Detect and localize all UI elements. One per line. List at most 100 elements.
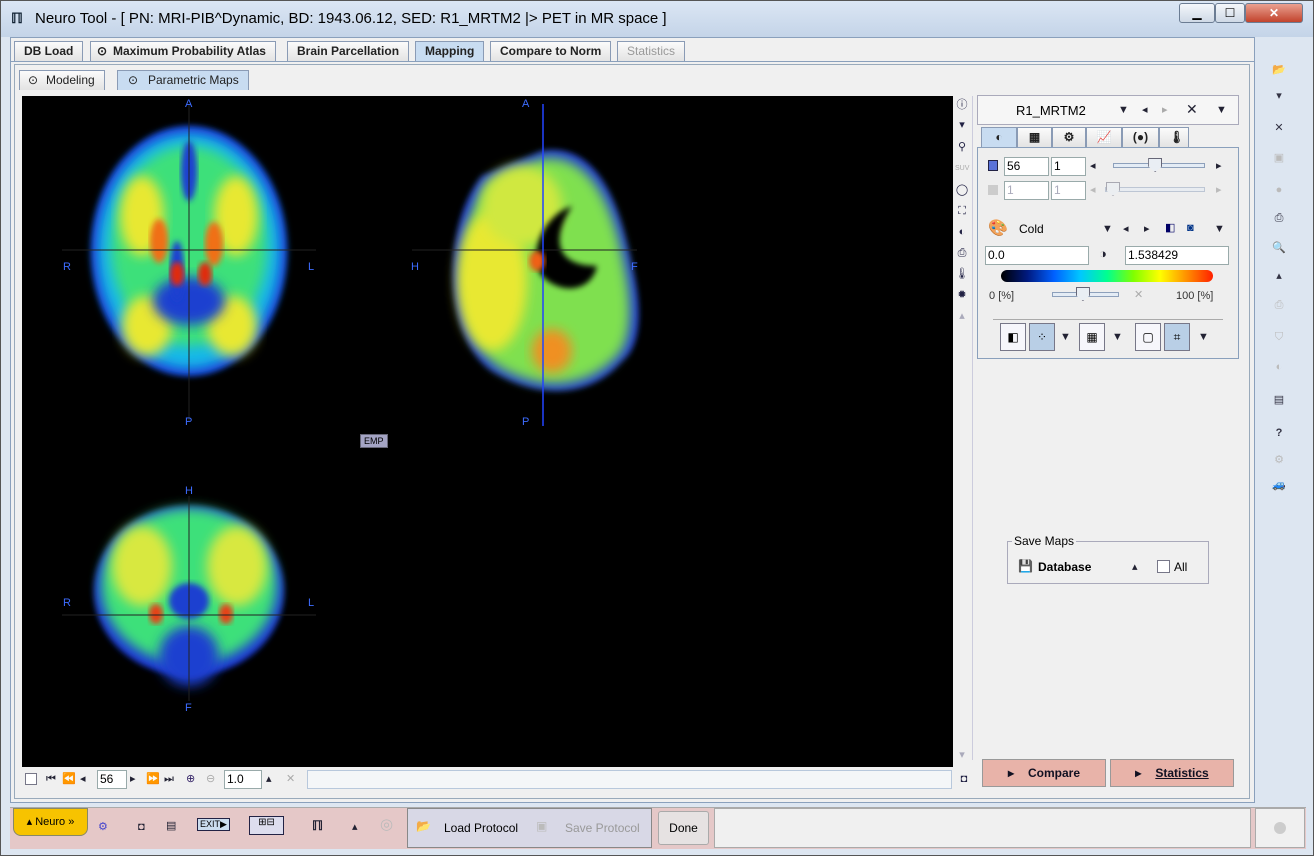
tab-mapping[interactable]: Mapping xyxy=(415,41,485,61)
tab-chart-icon[interactable]: 📈 xyxy=(1086,127,1122,147)
open-folder-icon[interactable]: 📂 xyxy=(1271,63,1287,77)
axial-slice[interactable] xyxy=(62,104,316,421)
save-icon[interactable]: ▣ xyxy=(1271,151,1287,165)
more-dropdown-icon[interactable]: ▼ xyxy=(1216,103,1227,117)
save-target-up-icon[interactable]: ▴ xyxy=(1132,560,1138,574)
threshold-slider[interactable] xyxy=(1052,287,1119,301)
frame-value-input[interactable]: 1 xyxy=(1004,181,1049,200)
info-icon[interactable]: ⓘ xyxy=(955,98,969,112)
zoom-input[interactable]: 1.0 xyxy=(224,770,262,789)
slice-step-input[interactable]: 1 xyxy=(1051,157,1086,176)
close-series-icon[interactable]: ✕ xyxy=(1186,102,1198,116)
suv-icon[interactable]: SUV xyxy=(955,162,969,176)
zoom-out-icon[interactable]: ⊖ xyxy=(206,772,215,786)
neuro-menu-button[interactable]: ▴ Neuro » xyxy=(13,808,88,836)
fusion-dropdown-icon[interactable]: ▼ xyxy=(1060,330,1071,344)
last-slice-icon[interactable]: ⏭ xyxy=(164,772,174,786)
next-slice-icon[interactable]: ▸ xyxy=(130,772,136,786)
slice-prev-icon[interactable]: ◂ xyxy=(1090,159,1096,173)
colormap-next-icon[interactable]: ▸ xyxy=(1144,222,1150,236)
compare-button[interactable]: ▸ Compare xyxy=(982,759,1106,787)
image-viewer[interactable]: A P R L A P H F H F R L EMP xyxy=(22,96,953,767)
text-overlay-button[interactable]: ⌗ xyxy=(1164,323,1190,351)
series-selector[interactable]: R1_MRTM2 ▼ ◂ ▸ ✕ ▼ xyxy=(977,95,1239,125)
auto-range-icon[interactable]: ◑ xyxy=(1099,247,1107,261)
first-slice-icon[interactable]: ⏮ xyxy=(46,772,56,786)
fast-forward-icon[interactable]: ⏩ xyxy=(146,772,160,786)
frame-next-icon[interactable]: ▸ xyxy=(1216,183,1222,197)
frame-prev-icon[interactable]: ◂ xyxy=(1090,183,1096,197)
scroll-up-icon[interactable]: ▴ xyxy=(955,309,969,323)
plugin-icon[interactable]: ⚙ xyxy=(98,820,108,834)
record-icon[interactable]: ● xyxy=(1271,184,1287,198)
next-series-icon[interactable]: ▸ xyxy=(1162,103,1168,117)
close-button[interactable]: ✕ xyxy=(1245,3,1303,23)
colormap-dropdown-icon[interactable]: ▼ xyxy=(1102,222,1113,236)
shield-icon[interactable]: ⛉ xyxy=(1271,331,1287,345)
zoom-up-icon[interactable]: ▴ xyxy=(266,772,272,786)
grid-button[interactable]: ▦ xyxy=(1079,323,1105,351)
collapse-icon[interactable]: ▴ xyxy=(1271,269,1287,283)
emp-badge[interactable]: EMP xyxy=(360,434,388,448)
notes-icon[interactable]: ▤ xyxy=(166,819,176,833)
expand-icon[interactable]: ▴ xyxy=(352,820,358,834)
colormap-more-icon[interactable]: ▼ xyxy=(1214,222,1225,236)
tab-db-load[interactable]: DB Load xyxy=(14,41,84,61)
capture-bottom-icon[interactable]: ◘ xyxy=(138,820,145,834)
slice-input[interactable]: 56 xyxy=(97,770,127,789)
min-value-input[interactable]: 0.0 xyxy=(985,246,1089,265)
tab-compare-to-norm[interactable]: Compare to Norm xyxy=(490,41,612,61)
prev-slice-icon[interactable]: ◂ xyxy=(80,772,86,786)
fit-icon[interactable]: ⛶ xyxy=(955,204,969,218)
maximize-button[interactable]: ☐ xyxy=(1215,3,1245,23)
crosshair-icon[interactable]: ✹ xyxy=(955,288,969,302)
capture-icon[interactable]: ◘ xyxy=(957,772,971,786)
car-icon[interactable]: 🚙 xyxy=(1267,478,1291,492)
tab-maximum-probability-atlas[interactable]: ⊙ Maximum Probability Atlas xyxy=(90,41,276,61)
tab-brain-parcellation[interactable]: Brain Parcellation xyxy=(287,41,410,61)
reset-threshold-icon[interactable]: ✕ xyxy=(1134,288,1143,302)
overlay-mask-button[interactable]: ◧ xyxy=(1000,323,1026,351)
slice-slider[interactable] xyxy=(1113,158,1205,172)
fusion-button[interactable]: ⁘ xyxy=(1029,323,1055,351)
minimize-button[interactable]: ▁ xyxy=(1179,3,1215,23)
prev-series-icon[interactable]: ◂ xyxy=(1142,103,1148,117)
layout-icon[interactable]: ⚲ xyxy=(955,140,969,154)
print-icon[interactable]: ⎙ xyxy=(955,246,969,260)
sagittal-slice[interactable] xyxy=(412,104,639,426)
colormap-select[interactable]: Cold xyxy=(1019,222,1044,236)
reset-zoom-icon[interactable]: ✕ xyxy=(286,772,295,786)
frame-step-input[interactable]: 1 xyxy=(1051,181,1086,200)
all-checkbox[interactable] xyxy=(1157,560,1170,573)
scroll-down-icon[interactable]: ▾ xyxy=(955,748,969,762)
select-checkbox[interactable] xyxy=(25,773,37,785)
circle-roi-icon[interactable]: ◯ xyxy=(955,183,969,197)
max-value-input[interactable]: 1.538429 xyxy=(1125,246,1229,265)
exit-icon[interactable]: EXIT▶ xyxy=(197,818,230,831)
load-protocol-button[interactable]: Load Protocol xyxy=(444,821,518,835)
tab-tools-icon[interactable]: ⚙ xyxy=(1052,127,1086,147)
slice-value-input[interactable]: 56 xyxy=(1004,157,1049,176)
tab-contrast-icon[interactable]: ◐ xyxy=(981,127,1017,147)
tab-thermometer-icon[interactable]: 🌡 xyxy=(1159,127,1189,147)
color-bar[interactable] xyxy=(1001,270,1213,282)
tab-modeling[interactable]: ⊙ Modeling xyxy=(19,70,105,90)
series-dropdown-icon[interactable]: ▼ xyxy=(1118,103,1129,117)
printer-icon[interactable]: ⎙ xyxy=(1271,299,1287,313)
tab-parametric-maps[interactable]: ⊙ Parametric Maps xyxy=(117,70,249,90)
tab-statistics[interactable]: Statistics xyxy=(617,41,686,61)
overlay-dropdown-icon[interactable]: ▼ xyxy=(1198,330,1209,344)
thermometer-icon[interactable]: 🌡 xyxy=(955,267,969,281)
zoom-search-icon[interactable]: 🔍 xyxy=(1271,241,1287,255)
close-all-icon[interactable]: ✕ xyxy=(1271,121,1287,135)
horizontal-scrollbar[interactable] xyxy=(307,770,952,789)
zoom-in-icon[interactable]: ⊕ xyxy=(186,772,195,786)
contrast-side-icon[interactable]: ◐ xyxy=(1271,361,1287,375)
statistics-button[interactable]: ▸ Statistics xyxy=(1110,759,1234,787)
tab-layout-icon[interactable]: ▦ xyxy=(1017,127,1052,147)
save-target[interactable]: Database xyxy=(1038,560,1091,574)
disabled-circle-icon[interactable]: ◎ xyxy=(380,817,393,832)
colormap-prev-icon[interactable]: ◂ xyxy=(1123,222,1129,236)
slice-next-icon[interactable]: ▸ xyxy=(1216,159,1222,173)
save-protocol-button[interactable]: Save Protocol xyxy=(565,821,640,835)
